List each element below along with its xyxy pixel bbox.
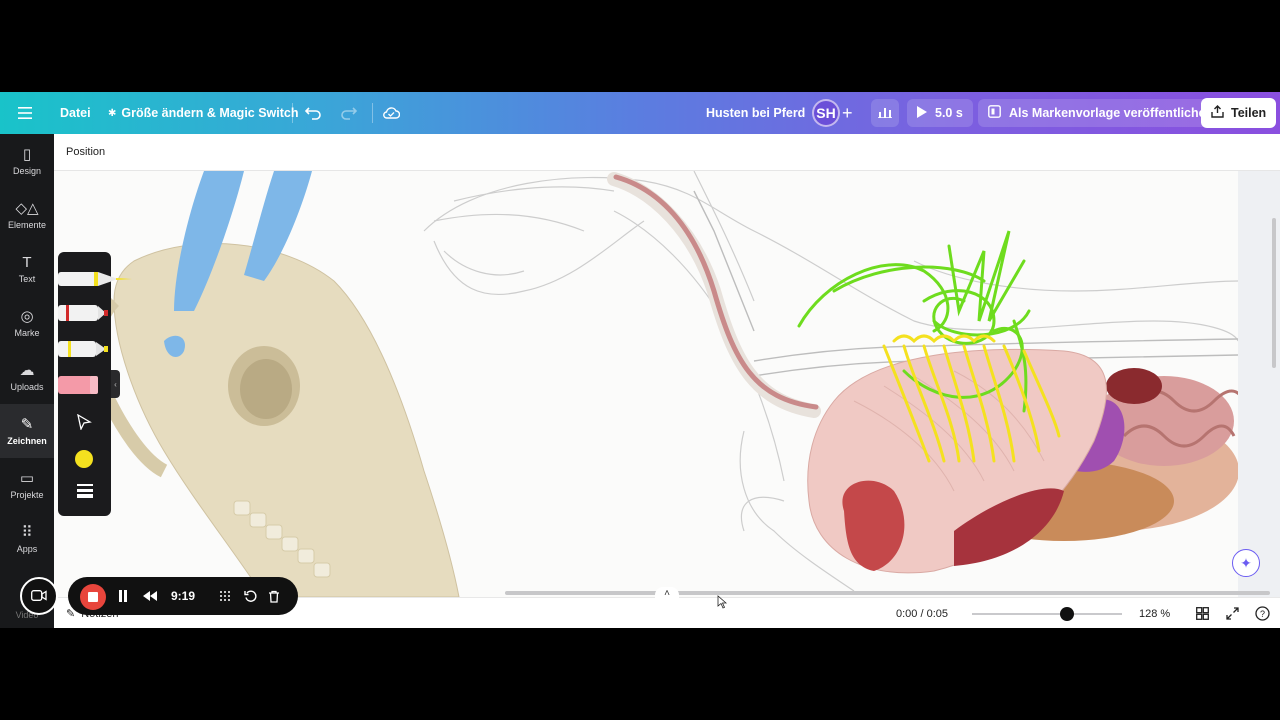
top-toolbar: Datei ✱ Größe ändern & Magic Switch Hust… [0, 92, 1280, 134]
menu-icon[interactable] [18, 92, 36, 134]
horse-anatomy-image [89, 171, 1238, 597]
sidebar-item-label: Design [12, 165, 41, 176]
template-icon [988, 105, 1001, 121]
cloud-save-icon[interactable] [382, 92, 400, 134]
add-collaborator-icon[interactable]: + [842, 92, 853, 134]
resize-button[interactable]: ✱ Größe ändern & Magic Switch [108, 92, 299, 134]
text-icon: T [22, 253, 32, 271]
redo-icon[interactable] [340, 92, 358, 134]
zoom-level[interactable]: 128 % [1139, 598, 1170, 628]
grid-view-icon[interactable] [1196, 598, 1209, 628]
draw-tools-panel [58, 252, 132, 516]
sidebar-item-label: Text [18, 273, 36, 284]
trash-icon[interactable] [268, 577, 280, 615]
avatar[interactable]: SH [812, 99, 840, 127]
undo-icon[interactable] [304, 92, 322, 134]
sidebar-item-label: Apps [16, 543, 38, 554]
rewind-icon[interactable] [143, 577, 157, 615]
sidebar-item-draw[interactable]: ✎ Zeichnen [0, 404, 54, 458]
design-title[interactable]: Husten bei Pferd [706, 92, 805, 134]
camera-toggle-button[interactable] [20, 577, 58, 615]
eraser-tool[interactable] [58, 374, 102, 401]
stroke-weight-icon[interactable] [77, 484, 93, 503]
resize-label: Größe ändern & Magic Switch [121, 106, 299, 120]
play-icon [917, 105, 927, 121]
collapse-panel-icon[interactable]: ‹ [111, 370, 120, 398]
zoom-slider-handle[interactable] [1059, 607, 1074, 621]
color-picker-swatch[interactable] [75, 450, 93, 468]
side-panel-nav: ▯ Design ◇△ Elemente T Text ◎ Marke ☁ Up… [0, 134, 54, 628]
mouse-cursor-icon [717, 595, 728, 614]
share-button[interactable]: Teilen [1201, 98, 1277, 128]
help-icon[interactable]: ? [1255, 598, 1270, 628]
sidebar-item-projects[interactable]: ▭ Projekte [0, 458, 54, 512]
bar-chart-icon [878, 106, 892, 121]
sidebar-item-label: Zeichnen [7, 435, 47, 446]
brand-template-button[interactable]: Als Markenvorlage veröffentlichen [978, 99, 1224, 127]
pause-icon[interactable] [118, 577, 128, 615]
horizontal-scrollbar[interactable] [505, 591, 1270, 595]
apps-icon: ⠿ [21, 523, 33, 541]
stop-icon [88, 592, 98, 602]
recording-timer: 9:19 [171, 589, 196, 603]
sidebar-item-text[interactable]: T Text [0, 242, 54, 296]
sidebar-item-label: Uploads [10, 381, 44, 392]
design-icon: ▯ [22, 145, 32, 163]
divider [292, 103, 293, 123]
divider [372, 103, 373, 123]
restart-icon[interactable] [244, 577, 257, 615]
svg-text:?: ? [1260, 609, 1265, 619]
highlighter-tool[interactable] [58, 338, 118, 365]
brand-icon: ◎ [20, 307, 34, 325]
marker-tool[interactable] [58, 302, 118, 329]
recording-controls: 9:19 [68, 577, 298, 615]
canva-editor: Datei ✱ Größe ändern & Magic Switch Hust… [0, 92, 1280, 628]
select-cursor-icon[interactable] [76, 413, 92, 435]
file-menu-button[interactable]: Datei [60, 92, 91, 134]
sidebar-item-label: Elemente [7, 219, 47, 230]
chevron-up-icon[interactable]: ˄ [655, 587, 679, 601]
timeline-time: 0:00 / 0:05 [896, 607, 948, 620]
design-canvas[interactable] [54, 171, 1238, 597]
insights-button[interactable] [871, 99, 899, 127]
sidebar-item-uploads[interactable]: ☁ Uploads [0, 350, 54, 404]
sidebar-item-elements[interactable]: ◇△ Elemente [0, 188, 54, 242]
upload-icon: ☁ [19, 361, 35, 379]
collaborators: SH [812, 92, 840, 134]
video-camera-icon [31, 589, 47, 604]
position-button[interactable]: Position [66, 146, 105, 158]
sidebar-item-brand[interactable]: ◎ Marke [0, 296, 54, 350]
play-duration: 5.0 s [935, 106, 963, 120]
magic-assistant-icon[interactable]: ✦ [1232, 549, 1260, 577]
present-button[interactable]: 5.0 s [907, 99, 973, 127]
draw-icon: ✎ [20, 415, 34, 433]
zoom-slider-track[interactable] [972, 613, 1122, 615]
fullscreen-icon[interactable] [1226, 598, 1239, 628]
share-label: Teilen [1231, 106, 1267, 120]
folder-icon: ▭ [19, 469, 35, 487]
sparkle-icon: ✱ [108, 107, 117, 119]
drag-handle-icon[interactable] [219, 577, 231, 615]
elements-icon: ◇△ [15, 199, 39, 217]
sidebar-item-label: Projekte [10, 489, 44, 500]
stop-recording-button[interactable] [80, 584, 106, 610]
context-toolbar: Position [54, 134, 1280, 171]
brand-template-label: Als Markenvorlage veröffentlichen [1009, 106, 1214, 120]
sidebar-item-apps[interactable]: ⠿ Apps [0, 512, 54, 566]
pen-tool[interactable] [58, 268, 134, 295]
sidebar-item-design[interactable]: ▯ Design [0, 134, 54, 188]
vertical-scrollbar[interactable] [1272, 218, 1276, 368]
sidebar-item-label: Marke [14, 327, 40, 338]
share-icon [1211, 105, 1224, 121]
